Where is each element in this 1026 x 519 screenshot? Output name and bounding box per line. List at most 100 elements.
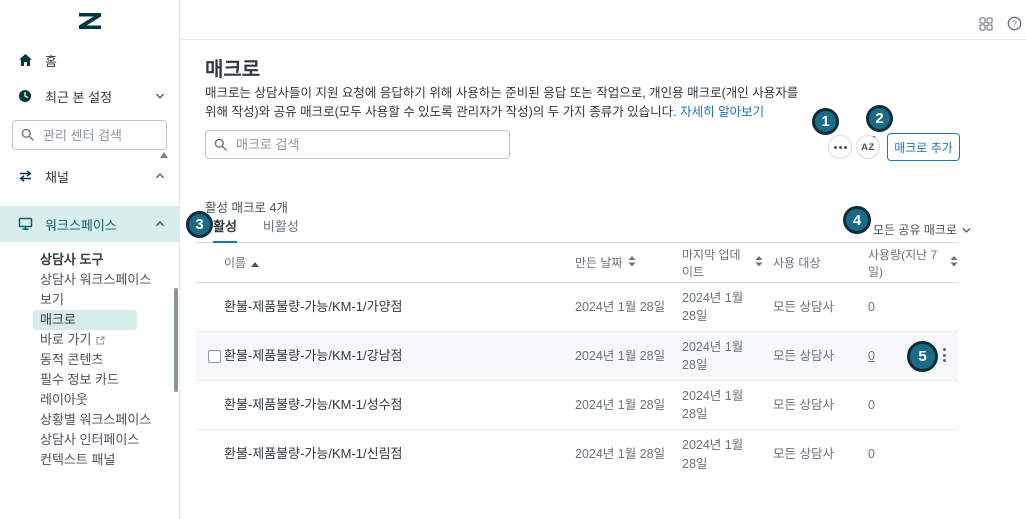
created-date: 2024년 1월 28일 [575, 447, 666, 462]
kebab-icon[interactable] [941, 346, 948, 364]
column-label: 만든 날짜 [575, 256, 623, 270]
logo-row [0, 0, 179, 42]
table-row-hovered[interactable]: 환불-제품불량-가능/KM-1/강남점 2024년 1월 28일 2024년 1… [196, 332, 958, 381]
column-label: 이름 [224, 256, 247, 270]
macro-name-link[interactable]: 환불-제품불량-가능/KM-1/신림점 [196, 445, 565, 464]
usage-target: 모든 상담사 [773, 397, 834, 412]
annotation-badge-1: 1 [812, 108, 839, 135]
chevron-up-icon [155, 171, 165, 181]
column-name[interactable]: 이름 [196, 254, 565, 271]
sidebar-item-agent-workspace[interactable]: 상담사 워크스페이스 [40, 270, 179, 290]
sidebar-item-home[interactable]: 홈 [0, 42, 179, 78]
sort-az-button[interactable]: AZ [856, 135, 880, 159]
sidebar-item-essential-cards[interactable]: 필수 정보 카드 [40, 370, 179, 390]
main-content: 매크로 매크로는 상담사들이 지원 요청에 응답하기 위해 사용하는 준비된 응… [180, 40, 1026, 519]
caret-up-icon [251, 256, 260, 270]
subnav-group-agent-tools: 상담사 도구 [40, 252, 104, 267]
macro-search [205, 130, 510, 159]
sidebar-item-label: 바로 가기 [40, 332, 92, 347]
column-label: 마지막 업데이트 [682, 247, 741, 279]
usage-target: 모든 상담사 [773, 348, 834, 363]
tab-inactive[interactable]: 비활성 [263, 216, 299, 242]
admin-search-input[interactable] [12, 120, 167, 150]
page-description: 매크로는 상담사들이 지원 요청에 응답하기 위해 사용하는 준비된 응답 또는… [205, 84, 801, 122]
shared-macro-filter-dropdown[interactable]: 모든 공유 매크로 [873, 221, 971, 238]
chevron-down-icon [962, 223, 971, 237]
svg-text:?: ? [1012, 18, 1017, 28]
sidebar-item-agent-interface[interactable]: 상담사 인터페이스 [40, 430, 179, 450]
page-title: 매크로 [205, 59, 261, 81]
search-icon [214, 138, 227, 156]
table-row[interactable]: 환불-제품불량-가능/KM-1/가양점 2024년 1월 28일 2024년 1… [196, 283, 958, 332]
chevron-down-icon [155, 91, 165, 101]
created-date: 2024년 1월 28일 [575, 348, 666, 363]
macro-search-input[interactable] [205, 130, 510, 159]
macro-table: 이름 만든 날짜 마지막 업데이트 사용 대상 사용량(지난 7일) 환불-제품… [196, 243, 958, 479]
sidebar-item-macros[interactable]: 매크로 [33, 310, 137, 330]
apps-grid-icon[interactable] [979, 17, 993, 36]
sidebar-item-recent[interactable]: 최근 본 설정 [0, 78, 179, 114]
annotation-badge-4: 4 [843, 206, 871, 234]
add-macro-button[interactable]: 매크로 추가 [887, 133, 960, 161]
caret-updown-icon [950, 255, 958, 270]
home-icon [18, 53, 33, 67]
sidebar-item-contextual-workspaces[interactable]: 상황별 워크스페이스 [40, 410, 179, 430]
macro-name-link[interactable]: 환불-제품불량-가능/KM-1/성수점 [196, 396, 565, 415]
sidebar-section-workspace[interactable]: 워크스페이스 [0, 206, 179, 242]
help-icon[interactable]: ? [1007, 16, 1022, 36]
table-row[interactable]: 환불-제품불량-가능/KM-1/신림점 2024년 1월 28일 2024년 1… [196, 430, 958, 479]
annotation-badge-2: 2 [866, 105, 893, 132]
external-link-icon [96, 336, 106, 345]
row-checkbox[interactable] [208, 350, 221, 363]
column-label: 사용 대상 [773, 256, 821, 270]
table-row[interactable]: 환불-제품불량-가능/KM-1/성수점 2024년 1월 28일 2024년 1… [196, 381, 958, 430]
clock-icon [18, 89, 33, 103]
overflow-menu-button[interactable] [828, 135, 852, 159]
monitor-icon [18, 217, 33, 231]
usage-count: 0 [868, 299, 875, 314]
sidebar-item-label: 최근 본 설정 [45, 89, 113, 105]
table-header: 이름 만든 날짜 마지막 업데이트 사용 대상 사용량(지난 7일) [196, 243, 958, 283]
sidebar-item-views[interactable]: 보기 [40, 290, 179, 310]
macro-name-link[interactable]: 환불-제품불량-가능/KM-1/강남점 [196, 347, 565, 366]
column-created[interactable]: 만든 날짜 [565, 254, 672, 271]
sidebar-scrollbar-thumb[interactable] [174, 288, 178, 392]
column-label: 사용량(지난 7일) [868, 247, 938, 279]
sidebar-section-channels[interactable]: 채널 [0, 158, 179, 194]
sidebar-section-label: 채널 [45, 169, 69, 185]
description-line-2: 사용할 수 있도록 관리자가 작성)의 두 가지 종류가 있습니다. [365, 104, 677, 119]
swap-arrows-icon [18, 169, 33, 183]
sidebar: 홈 최근 본 설정 채널 워크스페이스 상담사 도 [0, 0, 180, 519]
caret-updown-icon [755, 255, 763, 270]
annotation-badge-3: 3 [186, 211, 213, 238]
learn-more-link[interactable]: 자세히 알아보기 [680, 105, 764, 119]
chevron-up-icon [155, 219, 165, 229]
usage-target: 모든 상담사 [773, 447, 834, 462]
sidebar-item-context-panel[interactable]: 컨텍스트 패널 [40, 450, 179, 470]
column-usage[interactable]: 사용량(지난 7일) [858, 246, 958, 280]
tab-active[interactable]: 활성 [213, 216, 237, 243]
created-date: 2024년 1월 28일 [575, 397, 666, 412]
updated-date: 2024년 1월 28일 [682, 388, 744, 421]
usage-count: 0 [868, 447, 875, 462]
sidebar-item-dynamic-content[interactable]: 동적 콘텐츠 [40, 350, 179, 370]
annotation-badge-5: 5 [907, 341, 938, 372]
sidebar-item-layouts[interactable]: 레이아웃 [40, 390, 179, 410]
usage-count: 0 [868, 397, 875, 412]
scrollbar-up-arrow[interactable] [160, 152, 168, 158]
filter-label: 모든 공유 매크로 [873, 223, 957, 237]
caret-updown-icon [628, 255, 636, 270]
active-macro-count: 활성 매크로 4개 [205, 201, 288, 215]
sidebar-section-label: 워크스페이스 [45, 217, 117, 233]
macro-name-link[interactable]: 환불-제품불량-가능/KM-1/가양점 [196, 298, 565, 317]
admin-search [12, 120, 167, 150]
updated-date: 2024년 1월 28일 [682, 438, 744, 471]
workspace-subnav: 상담사 도구 상담사 워크스페이스 보기 매크로 바로 가기 동적 콘텐츠 필수… [0, 242, 179, 470]
created-date: 2024년 1월 28일 [575, 299, 666, 314]
sidebar-item-shortcuts[interactable]: 바로 가기 [40, 330, 179, 350]
column-updated[interactable]: 마지막 업데이트 [672, 246, 763, 280]
topbar: ? [180, 0, 1026, 40]
search-icon [21, 128, 34, 146]
updated-date: 2024년 1월 28일 [682, 339, 744, 372]
updated-date: 2024년 1월 28일 [682, 290, 744, 323]
